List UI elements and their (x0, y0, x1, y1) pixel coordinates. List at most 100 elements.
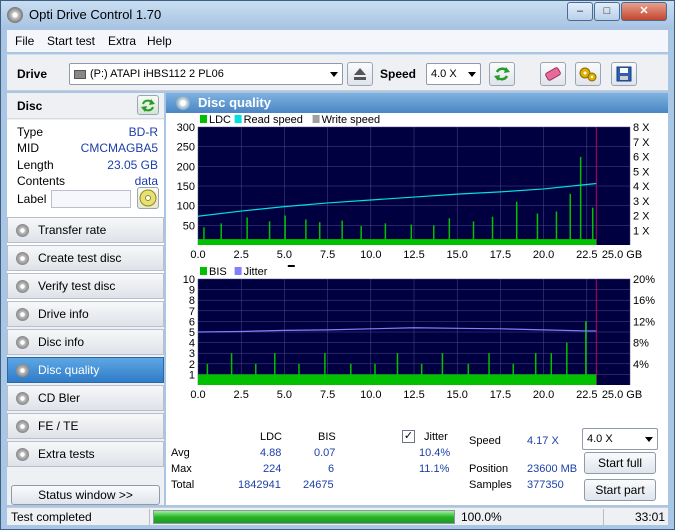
settings-button[interactable] (575, 62, 601, 86)
nav-extra-tests[interactable]: Extra tests (7, 441, 164, 467)
nav-verify-test-disc[interactable]: Verify test disc (7, 273, 164, 299)
minimize-button[interactable]: – (567, 2, 593, 21)
spike-bar (220, 223, 222, 245)
erase-button[interactable] (540, 62, 566, 86)
length-value: 23.05 GB (107, 158, 158, 172)
disc-icon (16, 392, 29, 405)
y-right-tick-label: 20% (633, 274, 655, 286)
disc-header-title: Disc (17, 99, 43, 113)
x-tick-label: 25.0 GB (602, 389, 642, 401)
x-tick-label: 15.0 (446, 249, 467, 261)
menu-bar: File Start test Extra Help (7, 30, 668, 52)
disc-icon (16, 308, 29, 321)
y-right-tick-label: 4% (633, 359, 649, 371)
x-tick-label: 0.0 (190, 249, 205, 261)
y-tick-label: 250 (177, 142, 195, 154)
spike-bar (341, 220, 343, 245)
spike-bar (374, 363, 376, 385)
spike-bar (579, 156, 582, 245)
speed-value: 4.0 X (431, 68, 457, 80)
y-tick-label: 100 (177, 201, 195, 213)
chevron-down-icon (468, 72, 476, 77)
y-tick-label: 300 (177, 122, 195, 134)
legend-label: Read speed (244, 114, 303, 126)
menu-help[interactable]: Help (147, 34, 172, 48)
nav-transfer-rate[interactable]: Transfer rate (7, 217, 164, 243)
x-tick-label: 17.5 (490, 249, 511, 261)
nav-label: CD Bler (38, 391, 81, 405)
sidebar: Disc Type BD-R MID CMCMAGBA5 Length 23.0… (7, 93, 164, 505)
position-readout: 23600 MB (527, 463, 578, 475)
spike-bar (534, 353, 537, 385)
x-tick-label: 25.0 GB (602, 249, 642, 261)
y-tick-label: 200 (177, 161, 195, 173)
start-part-button[interactable]: Start part (584, 479, 656, 501)
app-window: Opti Drive Control 1.70 – □ ✕ File Start… (0, 0, 675, 530)
y-right-tick-label: 5 X (633, 166, 650, 178)
drive-select[interactable]: (P:) ATAPI iHBS112 2 PL06 (69, 63, 343, 85)
test-speed-value: 4.0 X (587, 433, 613, 445)
label-disc-button[interactable] (137, 187, 159, 209)
save-button[interactable] (611, 62, 637, 86)
avg-label: Avg (171, 447, 190, 459)
avg-jitter: 10.4% (419, 447, 451, 459)
disc-icon (16, 224, 29, 237)
jitter-checkbox[interactable]: ✓ (402, 430, 415, 443)
refresh-icon (494, 67, 510, 81)
spike-bar (591, 207, 594, 245)
stats-header-bis: BIS (318, 431, 336, 443)
x-tick-label: 12.5 (403, 389, 424, 401)
spike-bar (324, 353, 326, 385)
avg-bis: 0.07 (314, 447, 336, 459)
legend-label: Write speed (322, 114, 381, 126)
menu-file[interactable]: File (15, 34, 34, 48)
status-window-button[interactable]: Status window >> (11, 485, 160, 505)
progress-percent: 100.0% (461, 510, 502, 524)
spike-bar (555, 211, 558, 245)
x-tick-label: 22.5 (576, 389, 597, 401)
y-tick-label: 1 (189, 369, 195, 381)
close-button[interactable]: ✕ (621, 2, 667, 21)
nav-label: Disc quality (38, 363, 100, 377)
x-tick-label: 22.5 (576, 249, 597, 261)
disc-icon (139, 189, 157, 207)
label-field[interactable] (51, 190, 131, 208)
nav-create-test-disc[interactable]: Create test disc (7, 245, 164, 271)
x-tick-label: 17.5 (490, 389, 511, 401)
nav-disc-quality[interactable]: Disc quality (7, 357, 164, 383)
max-jitter: 11.1% (419, 463, 450, 475)
x-tick-label: 20.0 (533, 249, 554, 261)
mid-key: MID (17, 141, 39, 155)
eject-button[interactable] (347, 62, 373, 86)
menu-extra[interactable]: Extra (108, 34, 136, 48)
x-tick-label: 15.0 (446, 389, 467, 401)
menu-start-test[interactable]: Start test (47, 34, 95, 48)
legend-swatch (234, 115, 242, 123)
speed-select[interactable]: 4.0 X (426, 63, 481, 85)
legend-swatch (200, 267, 207, 275)
spike-bar (441, 353, 444, 385)
drive-label: Drive (17, 67, 48, 81)
nav-disc-info[interactable]: Disc info (7, 329, 164, 355)
y-right-tick-label: 12% (633, 316, 655, 328)
nav-fe-te[interactable]: FE / TE (7, 413, 164, 439)
maximize-button[interactable]: □ (594, 2, 620, 21)
baseline-area (198, 239, 597, 245)
total-ldc: 1842941 (238, 479, 281, 491)
x-tick-label: 10.0 (360, 249, 381, 261)
disc-icon (16, 252, 29, 265)
refresh-button[interactable] (489, 62, 515, 86)
eraser-icon (545, 67, 561, 81)
start-full-button[interactable]: Start full (584, 452, 656, 474)
stats-header-jitter: Jitter (424, 431, 448, 443)
nav-cd-bler[interactable]: CD Bler (7, 385, 164, 411)
spike-bar (268, 221, 271, 245)
length-key: Length (17, 158, 54, 172)
x-tick-label: 2.5 (234, 389, 249, 401)
spike-bar (515, 201, 518, 245)
status-separator (603, 509, 604, 525)
disc-refresh-button[interactable] (137, 95, 159, 115)
test-speed-select[interactable]: 4.0 X (582, 428, 658, 450)
nav-drive-info[interactable]: Drive info (7, 301, 164, 327)
status-text: Test completed (11, 510, 92, 524)
